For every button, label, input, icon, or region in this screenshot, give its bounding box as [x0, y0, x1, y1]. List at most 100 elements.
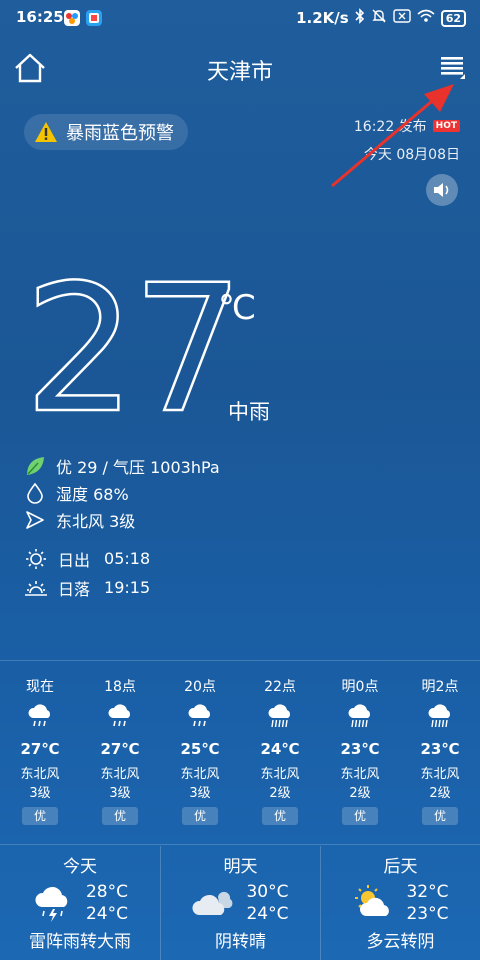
sim-off-icon [392, 9, 411, 27]
sunrise-label: 日出 [58, 550, 91, 570]
daily-condition: 多云转阴 [366, 932, 435, 952]
hourly-temp: 23℃ [420, 740, 460, 758]
sunrise-time: 05:18 [104, 549, 151, 568]
hourly-time: 18点 [104, 679, 136, 695]
hot-badge: HOT [432, 120, 460, 132]
publish-date: 今天 08月08日 [363, 147, 460, 163]
sunrise-icon [26, 548, 46, 569]
weather-alert-button[interactable]: 暴雨蓝色预警 [24, 114, 188, 150]
sunrise-row: 日出 05:18 [24, 544, 150, 573]
hourly-temp: 23℃ [340, 740, 380, 758]
hourly-temp: 27℃ [100, 740, 140, 758]
hourly-item: 18点 27℃ 东北风 3级 优 [80, 676, 160, 836]
hourly-wind-level: 3级 [189, 786, 211, 801]
sunset-row: 日落 19:15 [24, 573, 150, 602]
aqi-row[interactable]: 优 29 / 气压 1003hPa [24, 452, 220, 479]
hourly-time: 22点 [264, 679, 296, 695]
wifi-icon [417, 9, 435, 27]
hourly-item: 明0点 23℃ 东北风 2级 优 [320, 676, 400, 836]
app-header: 天津市 [0, 44, 480, 92]
hourly-aqi-badge: 优 [422, 807, 458, 825]
sun-times: 日出 05:18 日落 19:15 [24, 544, 150, 602]
daily-condition: 雷阵雨转大雨 [29, 932, 131, 952]
notification-app-icon [64, 10, 80, 26]
humidity-drop-icon [27, 482, 43, 504]
rain-icon [160, 700, 240, 734]
hourly-item: 现在 27℃ 东北风 3级 优 [0, 676, 80, 836]
voice-broadcast-button[interactable] [426, 174, 458, 206]
warning-icon [35, 122, 57, 142]
speaker-icon [434, 183, 449, 197]
section-divider [0, 660, 480, 661]
hourly-wind-dir: 东北风 [180, 767, 220, 782]
wind-row: 东北风 3级 [24, 506, 220, 533]
heavy-rain-icon [320, 700, 400, 734]
hourly-aqi-badge: 优 [22, 807, 58, 825]
daily-item-day-after[interactable]: 后天 32°C 23°C 多云转阴 [320, 846, 480, 960]
hourly-item: 22点 24℃ 东北风 2级 优 [240, 676, 320, 836]
daily-day: 今天 [63, 857, 97, 877]
daily-condition: 阴转晴 [215, 932, 266, 952]
hourly-wind-level: 3级 [29, 786, 51, 801]
partly-cloudy-icon [355, 885, 390, 916]
hourly-temp: 24℃ [260, 740, 300, 758]
humidity-text: 湿度 68% [56, 484, 129, 504]
hourly-aqi-badge: 优 [102, 807, 138, 825]
hourly-temp: 25℃ [180, 740, 220, 758]
wind-text: 东北风 3级 [56, 511, 136, 531]
city-title[interactable]: 天津市 [0, 54, 480, 86]
current-temperature: 27 [23, 247, 245, 452]
hourly-aqi-badge: 优 [342, 807, 378, 825]
hourly-time: 现在 [26, 679, 54, 695]
hourly-time: 明0点 [341, 679, 379, 695]
hourly-wind-dir: 东北风 [340, 767, 380, 782]
mute-bell-icon [371, 8, 387, 28]
menu-button[interactable] [438, 52, 468, 82]
status-time: 16:25 [16, 8, 64, 26]
current-details: 优 29 / 气压 1003hPa 湿度 68% 东北风 3级 [24, 452, 220, 533]
sunset-time: 19:15 [104, 578, 151, 597]
daily-day: 明天 [223, 857, 258, 877]
daily-low: 24°C [85, 904, 128, 924]
status-right: 1.2K/s 62 [296, 8, 466, 28]
daily-high: 28°C [85, 882, 128, 902]
rain-icon [80, 700, 160, 734]
list-menu-icon [441, 57, 465, 79]
battery-indicator: 62 [440, 9, 466, 27]
daily-item-today[interactable]: 今天 28°C 24°C 雷阵雨转大雨 [0, 846, 160, 960]
aqi-pressure-text: 优 29 / 气压 1003hPa [56, 457, 220, 477]
cloudy-icon [192, 891, 233, 915]
hourly-item: 明2点 23℃ 东北风 2级 优 [400, 676, 480, 836]
daily-item-tomorrow[interactable]: 明天 30°C 24°C 阴转晴 [160, 846, 320, 960]
heavy-rain-icon [240, 700, 320, 734]
sunset-icon [25, 580, 47, 596]
hourly-wind-dir: 东北风 [260, 767, 300, 782]
hourly-wind-dir: 东北风 [420, 767, 460, 782]
hourly-time: 20点 [184, 679, 216, 695]
alert-label: 暴雨蓝色预警 [66, 123, 174, 144]
hourly-aqi-badge: 优 [262, 807, 298, 825]
heavy-rain-icon [400, 700, 480, 734]
temperature-unit: ℃ [218, 288, 257, 328]
hourly-temp: 27℃ [20, 740, 60, 758]
daily-high: 32°C [406, 882, 449, 902]
hourly-wind-dir: 东北风 [20, 767, 60, 782]
hourly-wind-level: 2级 [429, 786, 451, 801]
leaf-icon [27, 456, 44, 475]
hourly-wind-level: 2级 [349, 786, 371, 801]
hourly-wind-level: 3级 [109, 786, 131, 801]
rain-icon [0, 700, 80, 734]
wind-direction-icon [26, 510, 44, 529]
hourly-forecast[interactable]: 现在 27℃ 东北风 3级 优 18点 27℃ 东北风 3级 优 20点 25℃… [0, 676, 480, 836]
notification-app-icon [86, 10, 102, 26]
hourly-time: 明2点 [421, 679, 459, 695]
daily-high: 30°C [246, 882, 289, 902]
publish-info: 16:22 发布 HOT 今天 08月08日 [354, 116, 460, 164]
daily-low: 24°C [246, 904, 289, 924]
hourly-wind-dir: 东北风 [100, 767, 140, 782]
daily-low: 23°C [406, 904, 449, 924]
section-divider [0, 844, 480, 845]
bluetooth-icon [355, 8, 365, 28]
daily-day: 后天 [383, 857, 418, 877]
current-condition: 中雨 [228, 400, 270, 424]
